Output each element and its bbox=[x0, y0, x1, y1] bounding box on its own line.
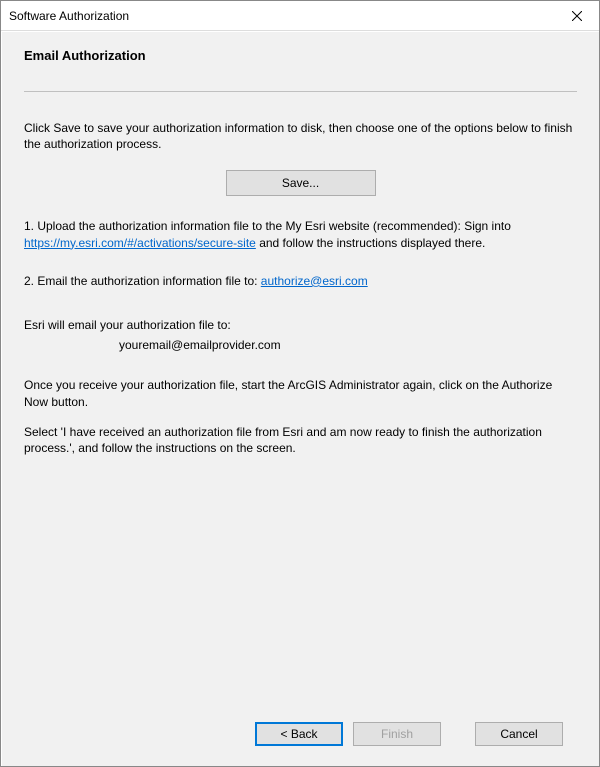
close-icon bbox=[572, 11, 582, 21]
back-button[interactable]: < Back bbox=[255, 722, 343, 746]
footer: < Back Finish Cancel bbox=[24, 712, 577, 756]
finish-button: Finish bbox=[353, 722, 441, 746]
instruction-2: Select 'I have received an authorization… bbox=[24, 424, 577, 456]
page-heading: Email Authorization bbox=[24, 48, 577, 63]
instruction-1: Once you receive your authorization file… bbox=[24, 377, 577, 409]
save-button[interactable]: Save... bbox=[226, 170, 376, 196]
save-row: Save... bbox=[24, 170, 577, 196]
divider bbox=[24, 91, 577, 92]
step2: 2. Email the authorization information f… bbox=[24, 273, 577, 289]
cancel-button[interactable]: Cancel bbox=[475, 722, 563, 746]
content-area: Email Authorization Click Save to save y… bbox=[1, 31, 599, 766]
email-notice-label: Esri will email your authorization file … bbox=[24, 317, 577, 333]
intro-text: Click Save to save your authorization in… bbox=[24, 120, 577, 152]
step1-suffix: and follow the instructions displayed th… bbox=[256, 236, 485, 250]
step1-prefix: 1. Upload the authorization information … bbox=[24, 219, 511, 233]
step2-prefix: 2. Email the authorization information f… bbox=[24, 274, 261, 288]
titlebar: Software Authorization bbox=[1, 1, 599, 31]
body-area: Click Save to save your authorization in… bbox=[24, 120, 577, 712]
email-notice: Esri will email your authorization file … bbox=[24, 317, 577, 353]
step1: 1. Upload the authorization information … bbox=[24, 218, 577, 250]
user-email: youremail@emailprovider.com bbox=[24, 337, 577, 353]
close-button[interactable] bbox=[554, 1, 599, 30]
dialog-window: Software Authorization Email Authorizati… bbox=[0, 0, 600, 767]
authorize-email-link[interactable]: authorize@esri.com bbox=[261, 274, 368, 288]
myesri-link[interactable]: https://my.esri.com/#/activations/secure… bbox=[24, 236, 256, 250]
window-title: Software Authorization bbox=[9, 9, 129, 23]
